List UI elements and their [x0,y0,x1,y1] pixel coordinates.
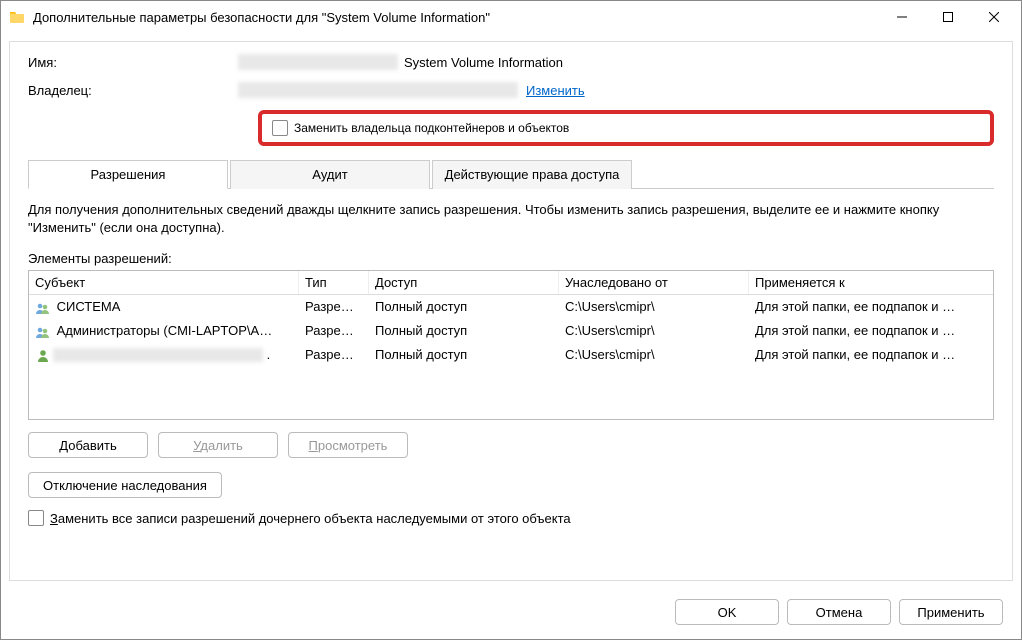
table-row[interactable]: Администраторы (CMI-LAPTOP\А…Разре…Полны… [29,319,993,343]
add-button[interactable]: Добавить [28,432,148,458]
change-owner-link[interactable]: Изменить [526,83,585,98]
minimize-button[interactable] [879,2,925,32]
blurred-username [53,348,263,362]
tab-strip: Разрешения Аудит Действующие права досту… [28,160,994,189]
cell-subject: Администраторы (CMI-LAPTOP\А… [29,319,299,343]
tab-audit[interactable]: Аудит [230,160,430,189]
folder-icon [9,9,25,25]
col-type[interactable]: Тип [299,271,369,294]
replace-owner-highlight: Заменить владельца подконтейнеров и объе… [258,110,994,146]
cell-type: Разре… [299,319,369,343]
cell-applies: Для этой папки, ее подпапок и … [749,295,993,319]
window-title: Дополнительные параметры безопасности дл… [33,10,879,25]
cell-type: Разре… [299,295,369,319]
inherit-row: Отключение наследования [28,472,994,498]
blurred-path [238,54,398,70]
replace-all-row: Заменить все записи разрешений дочернего… [28,510,994,526]
group-icon [35,301,51,315]
apply-button[interactable]: Применить [899,599,1003,625]
tab-permissions[interactable]: Разрешения [28,160,228,189]
dialog-buttons: OK Отмена Применить [1,589,1021,639]
cell-access: Полный доступ [369,319,559,343]
col-inherited[interactable]: Унаследовано от [559,271,749,294]
replace-all-label: Заменить все записи разрешений дочернего… [50,511,571,526]
permission-buttons: Добавить Удалить Просмотреть [28,432,994,458]
table-rows: СИСТЕМАРазре…Полный доступC:\Users\cmipr… [29,295,993,366]
tab-body: Для получения дополнительных сведений дв… [28,189,994,526]
col-access[interactable]: Доступ [369,271,559,294]
replace-all-checkbox[interactable] [28,510,44,526]
blurred-owner [238,82,518,98]
cell-inherited: C:\Users\cmipr\ [559,295,749,319]
table-header: Субъект Тип Доступ Унаследовано от Приме… [29,271,993,295]
view-button[interactable]: Просмотреть [288,432,408,458]
cell-access: Полный доступ [369,343,559,367]
close-button[interactable] [971,2,1017,32]
cell-inherited: C:\Users\cmipr\ [559,343,749,367]
cancel-button[interactable]: Отмена [787,599,891,625]
permissions-table: Субъект Тип Доступ Унаследовано от Приме… [28,270,994,420]
disable-inheritance-button[interactable]: Отключение наследования [28,472,222,498]
col-subject[interactable]: Субъект [29,271,299,294]
cell-applies: Для этой папки, ее подпапок и … [749,343,993,367]
cell-applies: Для этой папки, ее подпапок и … [749,319,993,343]
maximize-button[interactable] [925,2,971,32]
content-area: Имя: System Volume Information Владелец:… [9,41,1013,581]
remove-button[interactable]: Удалить [158,432,278,458]
name-value: System Volume Information [404,55,563,70]
replace-owner-checkbox[interactable] [272,120,288,136]
name-label: Имя: [28,55,238,70]
table-row[interactable]: .Разре…Полный доступC:\Users\cmipr\Для э… [29,343,993,367]
cell-access: Полный доступ [369,295,559,319]
tab-effective[interactable]: Действующие права доступа [432,160,632,189]
permissions-list-label: Элементы разрешений: [28,251,994,266]
name-row: Имя: System Volume Information [28,54,994,70]
owner-label: Владелец: [28,83,238,98]
cell-inherited: C:\Users\cmipr\ [559,319,749,343]
titlebar: Дополнительные параметры безопасности дл… [1,1,1021,33]
cell-subject: СИСТЕМА [29,295,299,319]
owner-row: Владелец: Изменить [28,82,994,98]
user-icon [35,348,51,362]
table-row[interactable]: СИСТЕМАРазре…Полный доступC:\Users\cmipr… [29,295,993,319]
replace-owner-label: Заменить владельца подконтейнеров и объе… [294,121,569,135]
security-dialog: Дополнительные параметры безопасности дл… [0,0,1022,640]
description-text: Для получения дополнительных сведений дв… [28,201,994,237]
ok-button[interactable]: OK [675,599,779,625]
group-icon [35,325,51,339]
cell-subject: . [29,343,299,367]
col-applies[interactable]: Применяется к [749,271,993,294]
cell-type: Разре… [299,343,369,367]
window-controls [879,2,1017,32]
